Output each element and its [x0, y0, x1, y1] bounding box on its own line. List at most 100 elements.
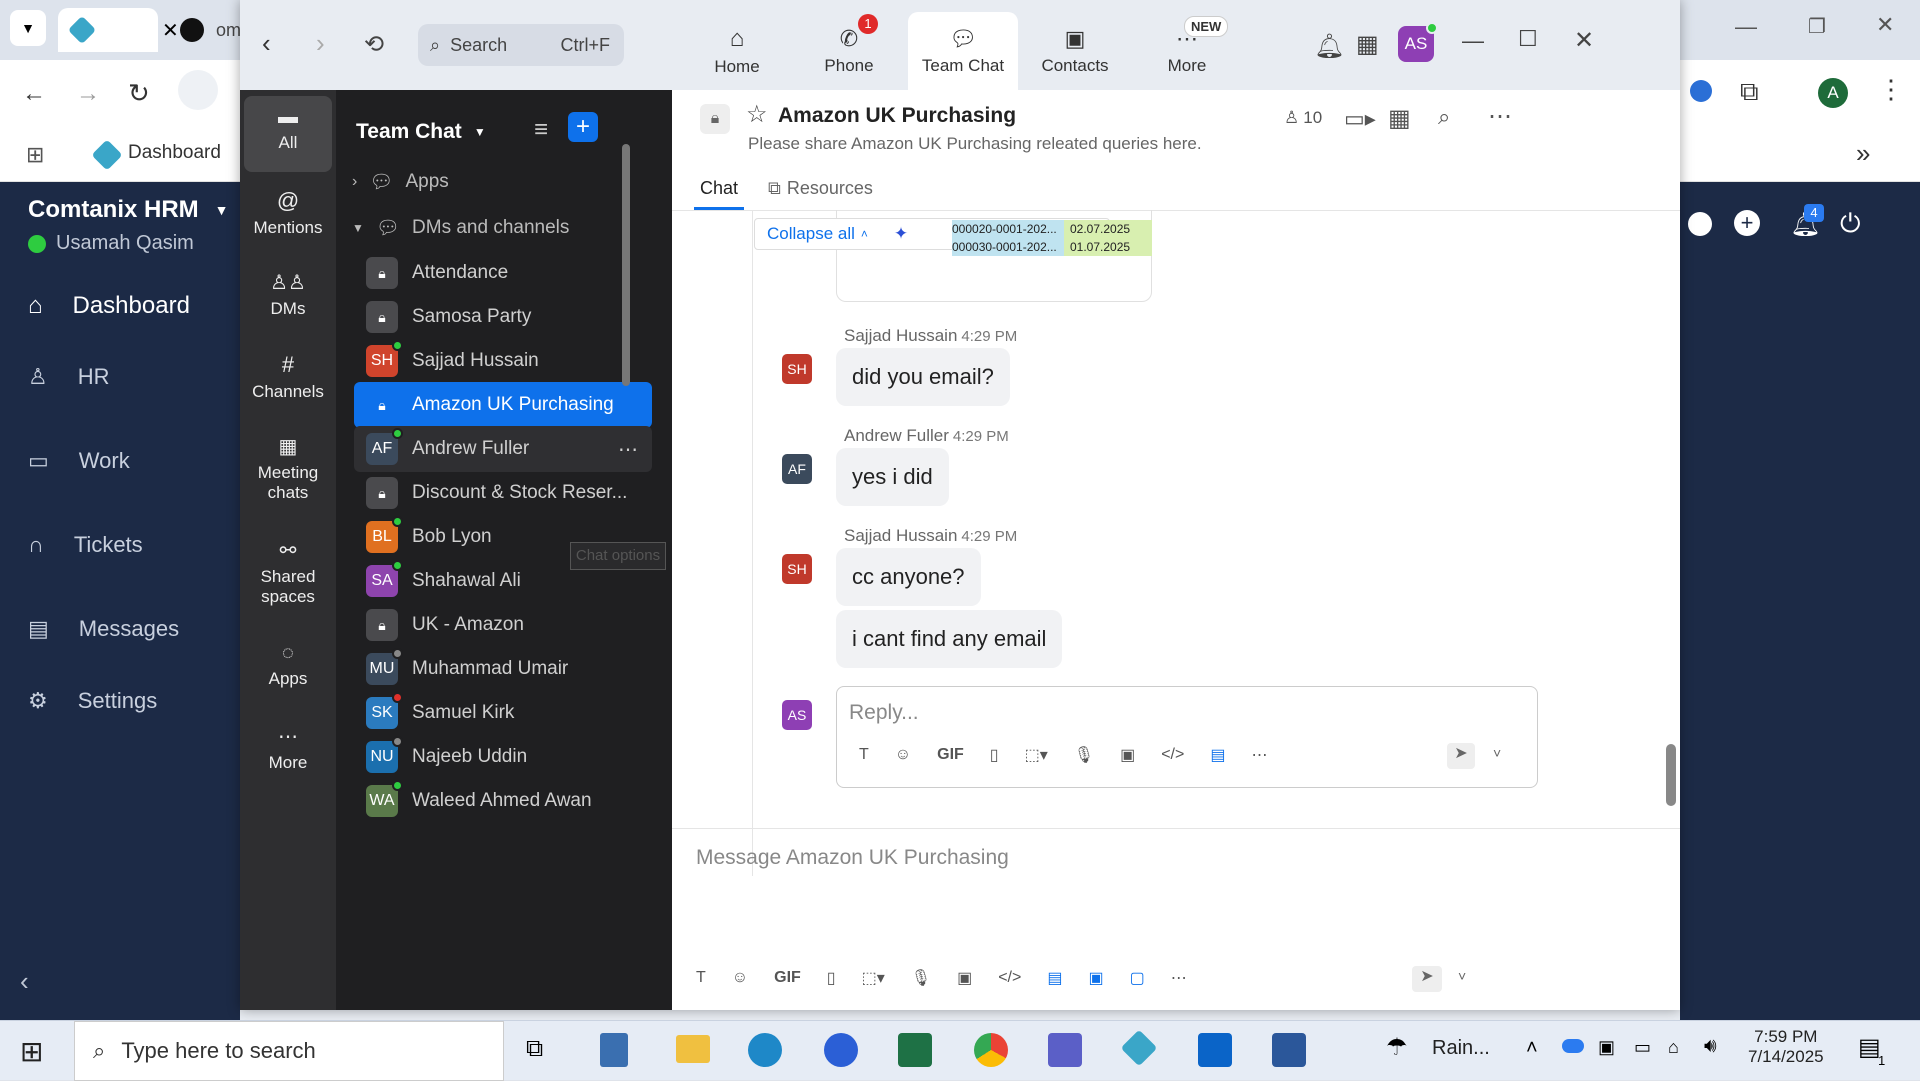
apps-section[interactable]: › 💬︎ Apps [352, 170, 449, 194]
restore-icon[interactable]: ❐ [1808, 14, 1826, 39]
avatar[interactable]: SH [782, 354, 812, 384]
screenshot-icon[interactable]: ⬚▾ [1025, 745, 1048, 765]
scrollbar[interactable] [622, 144, 630, 386]
tab-chat[interactable]: Chat [694, 178, 745, 210]
close-icon[interactable]: ✕ [1574, 26, 1594, 55]
message-bubble[interactable]: i cant find any email [836, 610, 1063, 668]
chrome-icon[interactable] [974, 1033, 1008, 1067]
rail-shared-spaces[interactable]: ⚯ Shared spaces [244, 528, 332, 607]
dms-channels-section[interactable]: ▼ 💬︎ DMs and channels [352, 216, 569, 240]
list-item[interactable]: 🔒︎ Amazon UK Purchasing [354, 382, 652, 428]
rail-all[interactable]: ▬ All [244, 96, 332, 172]
screenshot-icon[interactable]: ⬚▾ [862, 968, 885, 988]
sender-name[interactable]: Sajjad Hussain [844, 526, 957, 545]
send-icon[interactable]: ➤ [1412, 966, 1442, 992]
chevron-down-icon[interactable]: ▼ [474, 125, 486, 139]
message-input[interactable]: Message Amazon UK Purchasing [696, 846, 1009, 870]
wifi-icon[interactable]: ⌂ [1668, 1037, 1679, 1058]
rail-apps[interactable]: ◌ Apps [244, 632, 332, 689]
list-item[interactable]: 🔒︎ Discount & Stock Reser... [354, 470, 652, 516]
list-item[interactable]: MU Muhammad Umair [354, 646, 652, 692]
weather-icon[interactable]: ☂ [1386, 1033, 1408, 1062]
browser-tab-active[interactable]: ✕ [58, 8, 179, 52]
power-icon[interactable]: ⏻ [1840, 208, 1861, 240]
search-icon[interactable]: ⌕ [1438, 104, 1450, 130]
history-icon[interactable]: ⟲ [364, 30, 384, 59]
bell-icon[interactable]: 🔔︎ [1314, 32, 1344, 61]
calculator-icon[interactable] [600, 1033, 628, 1067]
rail-more[interactable]: ⋯ More [244, 714, 332, 773]
whiteboard-icon[interactable]: ▣ [1088, 968, 1103, 988]
more-options-icon[interactable]: ⋯ [618, 437, 638, 462]
hrm-nav-messages[interactable]: ▤ Messages [28, 616, 179, 642]
rail-mentions[interactable]: @ Mentions [244, 178, 332, 238]
list-item[interactable]: WA Waleed Ahmed Awan [354, 778, 652, 824]
rail-dms[interactable]: ♙♙ DMs [244, 260, 332, 319]
rail-meeting-chats[interactable]: ▦ Meeting chats [244, 424, 332, 503]
video-message-icon[interactable]: ▣ [1120, 745, 1135, 765]
star-icon[interactable]: ☆ [746, 100, 768, 129]
new-chat-button[interactable]: + [568, 112, 598, 142]
nav-home[interactable]: ⌂ Home [682, 12, 792, 90]
hrm-nav-settings[interactable]: ⚙ Settings [28, 688, 157, 714]
app-icon[interactable]: ▤ [1210, 745, 1225, 765]
calendar-icon[interactable]: ▦ [1356, 30, 1379, 59]
volume-icon[interactable]: 🔊︎ [1704, 1035, 1717, 1058]
message-bubble[interactable]: cc anyone? [836, 548, 981, 606]
clock[interactable]: 7:59 PM 7/14/2025 [1748, 1027, 1824, 1067]
channel-name[interactable]: Amazon UK Purchasing [778, 104, 1016, 128]
chevron-down-icon[interactable]: ▼ [215, 202, 229, 218]
list-item[interactable]: AF Andrew Fuller ⋯ [354, 426, 652, 472]
taskbar-search[interactable]: ⌕ Type here to search [74, 1021, 504, 1081]
battery-icon[interactable]: ▭ [1634, 1037, 1651, 1058]
reload-icon[interactable]: ↻ [128, 78, 150, 109]
panel-title[interactable]: Team Chat [356, 120, 462, 144]
gif-icon[interactable]: GIF [774, 969, 801, 987]
outlook-icon[interactable] [1198, 1033, 1232, 1067]
tab-resources[interactable]: ⧉ Resources [768, 178, 873, 199]
extension-icon[interactable] [1690, 80, 1712, 102]
sender-name[interactable]: Sajjad Hussain [844, 326, 957, 345]
app-icon[interactable]: ▤ [1047, 968, 1062, 988]
members-button[interactable]: ♙ 10 [1284, 108, 1322, 128]
profile-avatar[interactable]: A [1818, 78, 1848, 108]
forward-icon[interactable]: › [316, 28, 325, 59]
text-format-icon[interactable]: T [859, 746, 869, 764]
chevron-double-right-icon[interactable]: » [1856, 138, 1870, 169]
windows-start-icon[interactable]: ⊞ [20, 1035, 43, 1068]
nav-phone[interactable]: ✆ Phone 1 [794, 12, 904, 90]
puzzle-icon[interactable]: ⧉ [1740, 76, 1759, 108]
message-bubble[interactable]: yes i did [836, 448, 949, 506]
more-icon[interactable]: ⋯ [1251, 745, 1267, 765]
word-icon[interactable] [1272, 1033, 1306, 1067]
chevron-down-icon[interactable]: ˅ [1493, 745, 1501, 761]
docs-icon[interactable]: ▢ [1130, 968, 1145, 988]
more-options-icon[interactable]: ⋯ [1488, 102, 1512, 131]
kebab-menu-icon[interactable]: ⋮ [1878, 74, 1904, 105]
emoji-icon[interactable]: ☺ [895, 746, 911, 764]
reply-box[interactable]: Reply... T ☺ GIF ▯ ⬚▾ 🎙︎ ▣ </> ▤ ⋯ ➤ ˅ [836, 686, 1538, 788]
close-icon[interactable]: ✕ [1876, 12, 1894, 38]
video-message-icon[interactable]: ▣ [957, 968, 972, 988]
list-item[interactable]: SH Sajjad Hussain [354, 338, 652, 384]
calendar-icon[interactable]: ▦ [1388, 104, 1411, 133]
file-icon[interactable]: ▯ [827, 968, 836, 988]
send-icon[interactable]: ➤ [1447, 743, 1475, 769]
forward-arrow-icon[interactable]: → [76, 80, 100, 108]
hrm-nav-dashboard[interactable]: ⌂ Dashboard [28, 292, 190, 320]
avatar[interactable]: AF [782, 454, 812, 484]
file-explorer-icon[interactable] [676, 1035, 710, 1063]
add-icon[interactable]: + [1734, 210, 1760, 236]
network-status-icon[interactable]: ▣ [1598, 1037, 1615, 1058]
chevron-up-icon[interactable]: ˄ [1526, 1037, 1538, 1060]
emoji-icon[interactable]: ☺ [732, 969, 748, 987]
list-item[interactable]: SK Samuel Kirk [354, 690, 652, 736]
mic-icon[interactable]: 🎙︎ [1074, 745, 1094, 765]
back-icon[interactable]: ‹ [262, 28, 271, 59]
clock-icon[interactable] [1688, 212, 1712, 236]
mic-icon[interactable]: 🎙︎ [911, 968, 931, 988]
nav-team-chat[interactable]: 💬︎ Team Chat [908, 12, 1018, 90]
video-icon[interactable]: ▭▸ [1344, 106, 1376, 132]
hrm-app-icon[interactable] [1120, 1029, 1158, 1067]
task-view-icon[interactable]: ⧉ [526, 1035, 543, 1063]
